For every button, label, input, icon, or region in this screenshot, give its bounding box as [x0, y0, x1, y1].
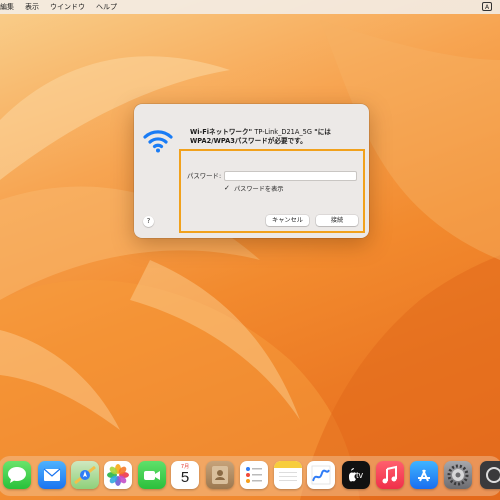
menu-window[interactable]: ウインドウ [50, 2, 85, 12]
dialog-title-prefix: Wi-Fiネットワーク" [190, 128, 253, 136]
dialog-title: Wi-Fiネットワーク" TP-Link_D21A_5G "には WPA2/WP… [190, 128, 365, 146]
wallpaper-waves [0, 20, 500, 500]
show-password-label: パスワードを表示 [234, 186, 284, 193]
dialog-title-line2: WPA2/WPA3パスワードが必要です。 [190, 137, 307, 145]
system-settings-icon[interactable] [444, 461, 472, 489]
calendar-day: 5 [180, 469, 190, 486]
mail-icon[interactable] [38, 461, 66, 489]
menu-view[interactable]: 表示 [25, 2, 39, 12]
password-input[interactable] [224, 171, 357, 181]
password-label: パスワード: [187, 172, 222, 180]
dialog-title-suffix: "には [314, 128, 331, 136]
help-button[interactable]: ? [143, 216, 154, 227]
app-store-icon[interactable] [410, 461, 438, 489]
notes-icon[interactable] [274, 461, 302, 489]
connect-button[interactable]: 接続 [316, 215, 358, 226]
desktop-wallpaper [0, 0, 500, 500]
contacts-icon[interactable] [206, 461, 234, 489]
messages-icon[interactable] [3, 461, 31, 489]
wifi-icon [143, 130, 173, 153]
input-source-indicator[interactable]: A [482, 2, 492, 11]
menu-help[interactable]: ヘルプ [96, 2, 117, 12]
cancel-button[interactable]: キャンセル [266, 215, 309, 226]
music-icon[interactable] [376, 461, 404, 489]
menu-edit[interactable]: 編集 [0, 2, 14, 12]
maps-icon[interactable] [71, 461, 99, 489]
facetime-icon[interactable] [138, 461, 166, 489]
apple-tv-label: tv [356, 470, 364, 480]
calendar-icon[interactable]: 7月 5 [171, 461, 199, 489]
apple-tv-icon[interactable]: tv [342, 461, 370, 489]
checkmark-icon: ✓ [224, 184, 230, 192]
photos-icon[interactable] [104, 461, 132, 489]
freeform-icon[interactable] [307, 461, 335, 489]
menu-bar: 編集 表示 ウインドウ ヘルプ A [0, 0, 500, 14]
reminders-icon[interactable] [240, 461, 268, 489]
dialog-ssid: TP-Link_D21A_5G [254, 128, 312, 136]
show-password-checkbox[interactable]: ✓ パスワードを表示 [224, 184, 284, 194]
screenshot-icon[interactable] [480, 461, 500, 489]
